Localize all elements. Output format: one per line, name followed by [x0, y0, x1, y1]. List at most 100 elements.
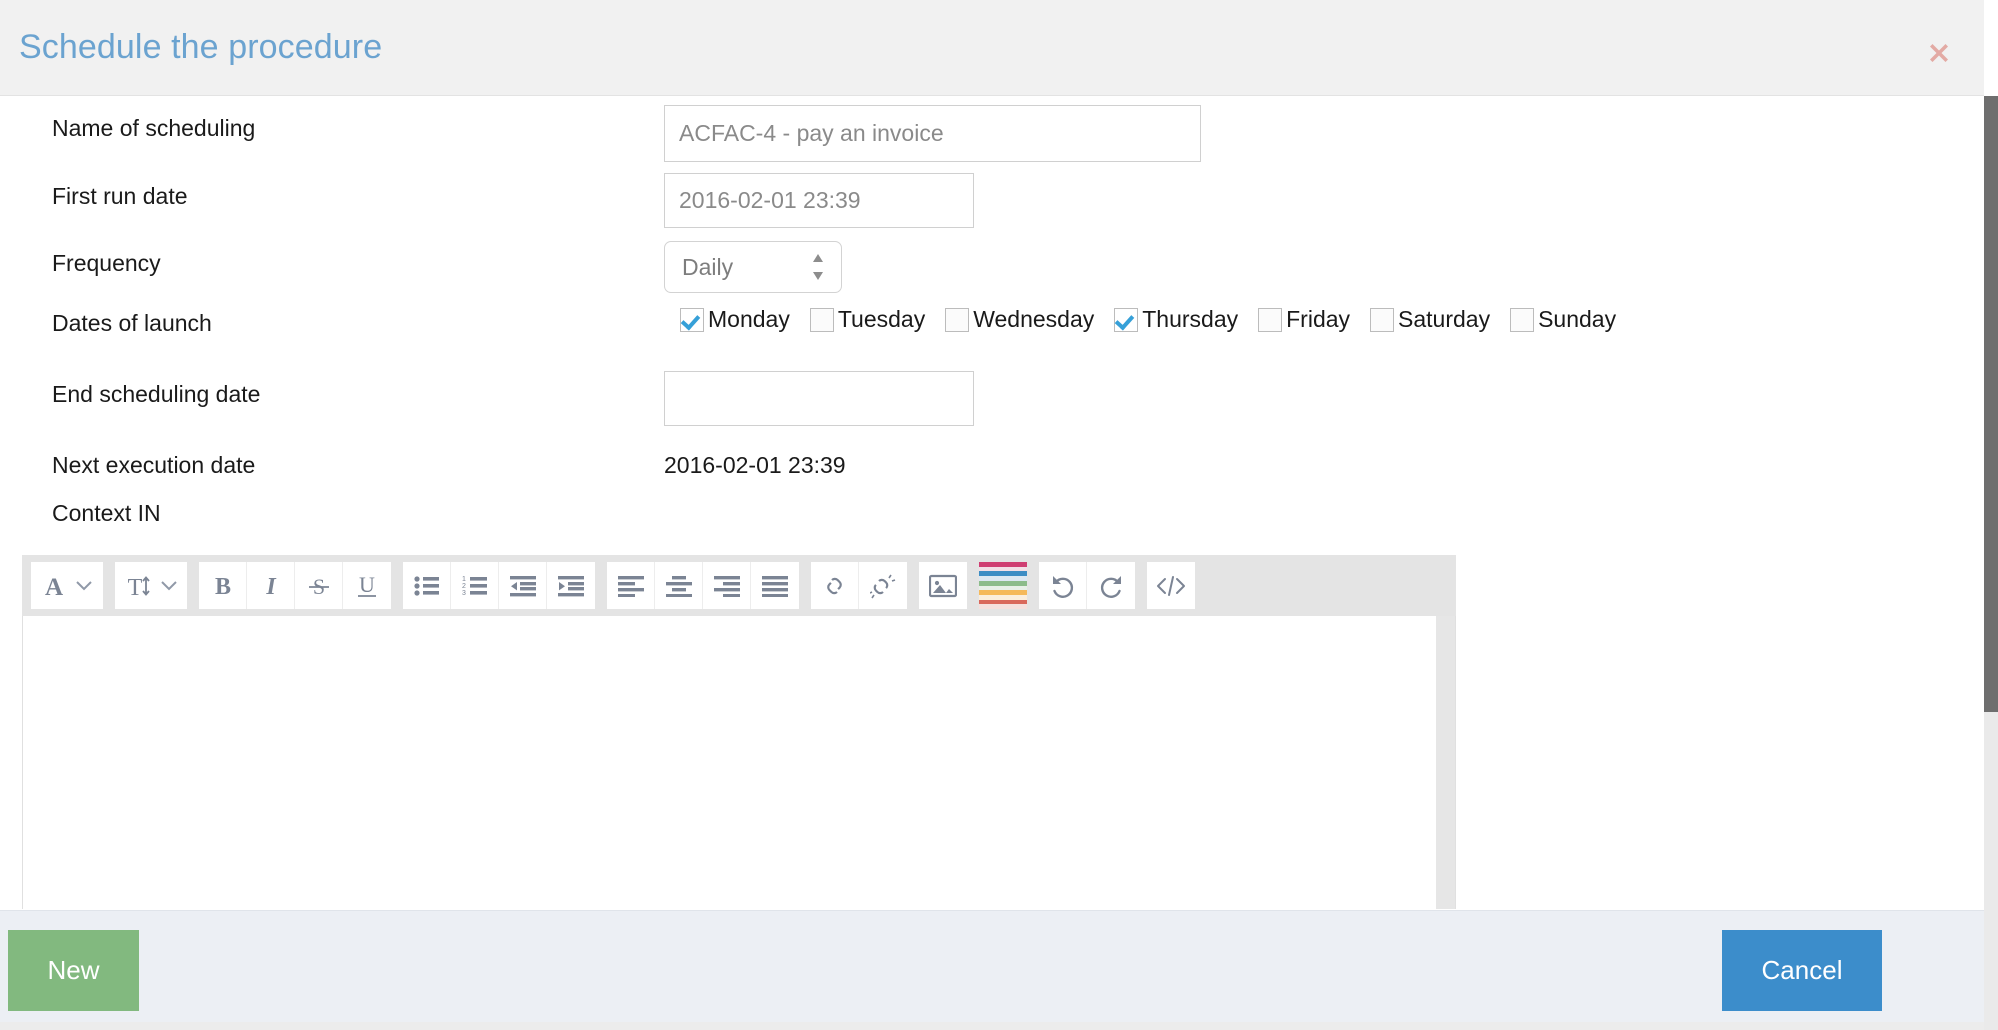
- days-of-week-group: Monday Tuesday Wednesday Thursday Friday: [680, 306, 1636, 333]
- italic-button[interactable]: I: [247, 562, 295, 609]
- first-run-date-input[interactable]: [664, 173, 974, 228]
- checkbox-box-friday[interactable]: [1258, 307, 1283, 332]
- undo-button[interactable]: [1039, 562, 1087, 609]
- close-icon[interactable]: [1922, 36, 1956, 70]
- label-context-in: Context IN: [52, 500, 161, 526]
- font-family-button[interactable]: A: [31, 562, 103, 609]
- schedule-procedure-modal: Schedule the procedure Name of schedulin…: [0, 0, 1998, 1030]
- toolbar-group-code: [1147, 562, 1195, 609]
- font-family-icon: A: [45, 574, 63, 599]
- outdent-icon: [509, 575, 536, 596]
- day-checkbox-thursday[interactable]: Thursday: [1114, 306, 1238, 333]
- underline-button[interactable]: U: [343, 562, 391, 609]
- day-checkbox-sunday[interactable]: Sunday: [1510, 306, 1616, 333]
- svg-text:3: 3: [462, 590, 466, 597]
- day-label-sunday: Sunday: [1538, 306, 1617, 332]
- bold-button[interactable]: B: [199, 562, 247, 609]
- label-first-run-date: First run date: [52, 183, 188, 209]
- align-right-icon: [713, 575, 740, 597]
- label-name-of-scheduling: Name of scheduling: [52, 115, 256, 141]
- svg-text:2: 2: [462, 583, 466, 590]
- page-scrollbar-thumb[interactable]: [1984, 96, 1998, 712]
- strikethrough-button[interactable]: S: [295, 562, 343, 609]
- day-checkbox-friday[interactable]: Friday: [1258, 306, 1350, 333]
- day-label-friday: Friday: [1286, 306, 1351, 332]
- outdent-button[interactable]: [499, 562, 547, 609]
- checkbox-box-thursday[interactable]: [1114, 307, 1139, 332]
- numbered-list-icon: 1 2 3: [462, 576, 487, 597]
- insert-link-button[interactable]: [811, 562, 859, 609]
- page-title: Schedule the procedure: [19, 28, 383, 66]
- day-checkbox-monday[interactable]: Monday: [680, 306, 790, 333]
- underline-icon: U: [358, 573, 376, 597]
- align-left-button[interactable]: [607, 562, 655, 609]
- toolbar-group-color: [979, 562, 1027, 610]
- frequency-select[interactable]: Daily: [664, 241, 842, 293]
- editor-toolbar: A T B I S U 1 2 3: [22, 555, 1456, 616]
- day-label-tuesday: Tuesday: [837, 306, 926, 332]
- indent-button[interactable]: [547, 562, 595, 609]
- day-checkbox-saturday[interactable]: Saturday: [1370, 306, 1490, 333]
- numbered-list-button[interactable]: 1 2 3: [451, 562, 499, 609]
- svg-text:T: T: [127, 575, 142, 599]
- day-checkbox-tuesday[interactable]: Tuesday: [809, 306, 926, 333]
- indent-icon: [558, 575, 584, 596]
- code-view-icon: [1157, 575, 1185, 596]
- editor-scrollbar[interactable]: [1436, 616, 1455, 909]
- font-size-button[interactable]: T: [115, 562, 187, 609]
- toolbar-group-font-size: T: [115, 562, 187, 609]
- new-button[interactable]: New: [8, 930, 139, 1011]
- toolbar-group-alignment: [607, 562, 799, 609]
- day-label-saturday: Saturday: [1398, 306, 1491, 332]
- modal-header: Schedule the procedure: [0, 0, 1984, 96]
- unlink-icon: [870, 574, 896, 598]
- toolbar-group-image: [919, 562, 967, 609]
- label-dates-of-launch: Dates of launch: [52, 310, 212, 336]
- strikethrough-icon: S: [308, 574, 329, 599]
- font-size-icon: T: [127, 575, 150, 599]
- toolbar-group-history: [1039, 562, 1135, 609]
- editor-content-text[interactable]: [23, 616, 1455, 904]
- insert-image-button[interactable]: [919, 562, 967, 609]
- page-scrollbar-track[interactable]: [1984, 96, 1998, 1030]
- label-next-execution-date: Next execution date: [52, 452, 256, 478]
- align-right-button[interactable]: [703, 562, 751, 609]
- context-in-rich-text-editor: A T B I S U 1 2 3: [22, 555, 1456, 909]
- svg-text:A: A: [45, 574, 63, 599]
- checkbox-box-saturday[interactable]: [1370, 307, 1395, 332]
- day-label-wednesday: Wednesday: [973, 306, 1095, 332]
- text-color-button[interactable]: [979, 562, 1027, 610]
- end-scheduling-date-input[interactable]: [664, 371, 974, 426]
- toolbar-group-font-family: A: [31, 562, 103, 609]
- remove-link-button[interactable]: [859, 562, 907, 609]
- modal-body: Name of scheduling First run date Freque…: [0, 97, 1984, 909]
- checkbox-box-monday[interactable]: [680, 307, 704, 332]
- chevron-down-icon: [76, 580, 92, 590]
- modal-footer: New Cancel: [0, 910, 1984, 1023]
- bold-icon: B: [214, 574, 230, 599]
- align-justify-icon: [762, 575, 788, 597]
- checkbox-box-sunday[interactable]: [1510, 307, 1535, 332]
- code-view-button[interactable]: [1147, 562, 1195, 609]
- italic-icon: I: [265, 574, 277, 599]
- align-justify-button[interactable]: [751, 562, 799, 609]
- link-icon: [826, 577, 842, 594]
- editor-content-area[interactable]: [22, 616, 1456, 909]
- day-checkbox-wednesday[interactable]: Wednesday: [945, 306, 1094, 333]
- bullet-list-button[interactable]: [403, 562, 451, 609]
- toolbar-group-link: [811, 562, 907, 609]
- select-stepper-icon: [813, 254, 823, 280]
- checkbox-box-tuesday[interactable]: [809, 307, 834, 332]
- cancel-button[interactable]: Cancel: [1722, 930, 1882, 1011]
- day-label-thursday: Thursday: [1142, 306, 1239, 332]
- svg-text:I: I: [265, 574, 277, 599]
- align-center-button[interactable]: [655, 562, 703, 609]
- name-of-scheduling-input[interactable]: [664, 105, 1201, 162]
- toolbar-group-text-style: B I S U: [199, 562, 391, 609]
- checkbox-box-wednesday[interactable]: [945, 307, 970, 332]
- label-frequency: Frequency: [52, 250, 161, 276]
- redo-button[interactable]: [1087, 562, 1135, 609]
- align-left-icon: [617, 575, 644, 597]
- svg-text:1: 1: [462, 576, 466, 583]
- image-icon: [929, 574, 957, 597]
